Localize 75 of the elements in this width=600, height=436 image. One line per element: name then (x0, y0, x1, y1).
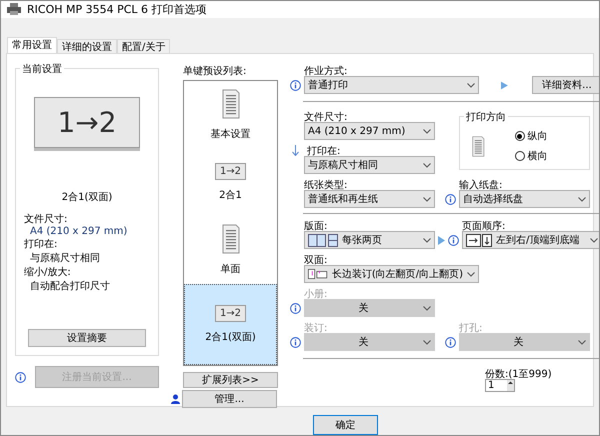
preview-drawing: 1→2 (34, 97, 140, 148)
dropdown-select[interactable]: A4 (210 x 297 mm) (304, 122, 435, 140)
dropdown-select[interactable]: 普通纸和再生纸 (304, 190, 435, 208)
dropdown-chevron-icon (423, 306, 431, 310)
preview-caption: 2合1(双面) (62, 191, 112, 204)
dropdown-chevron-icon (423, 340, 431, 344)
field-label: 作业方式: (304, 64, 348, 76)
field-label: 双面: (304, 254, 328, 265)
detail-label: 缩小/放大: (24, 266, 72, 279)
down-arrow-icon (292, 144, 299, 156)
preset-item[interactable]: 1→2 2合1(双面) (184, 284, 277, 365)
details-button[interactable]: 详细资料... (532, 76, 599, 94)
preset-item[interactable]: 1→2 2合1 (184, 148, 277, 216)
detail-value: 自动配合打印尺寸 (29, 280, 111, 293)
group-title: 打印方向 (464, 110, 508, 124)
expand-list-button[interactable]: 扩展列表>> (183, 372, 278, 388)
dropdown-chevron-icon (423, 196, 431, 202)
ok-button[interactable]: 确定 (313, 415, 378, 435)
group-title: 当前设置 (20, 62, 64, 76)
dropdown-chevron-icon (578, 340, 586, 344)
preset-item[interactable]: 基本设置 (184, 80, 277, 149)
tab[interactable]: 配置/关于 (117, 39, 170, 53)
dropdown-select[interactable]: 与原稿尺寸相同 (304, 156, 435, 174)
dropdown-chevron-icon (467, 82, 475, 88)
window-title: RICOH MP 3554 PCL 6 打印首选项 (27, 2, 207, 17)
field-label: 装订: (304, 322, 328, 333)
preset-item[interactable]: 单面 (184, 216, 277, 284)
field-label: 打印在: (307, 144, 340, 156)
radio-button[interactable] (514, 151, 525, 161)
radio-button[interactable] (514, 131, 525, 141)
user-icon (171, 394, 180, 404)
detail-label: 文件尺寸: (24, 212, 68, 226)
field-label: 小册: (304, 288, 328, 299)
dropdown-select[interactable]: 自动选择纸盘 (459, 190, 590, 208)
combine-icon: 1→2 (214, 304, 246, 322)
layout-icon (308, 234, 338, 246)
field-label: 纸张类型: (304, 178, 348, 190)
tab[interactable]: 详细的设置 (57, 39, 117, 53)
document-icon (472, 136, 485, 156)
combine-icon: 1→2 (214, 162, 246, 180)
dropdown-select[interactable]: 普通打印 (304, 76, 479, 94)
manage-button[interactable]: 管理... (182, 390, 277, 408)
dropdown-chevron-icon (467, 272, 475, 276)
tab[interactable]: 常用设置 (7, 37, 57, 53)
dropdown-select[interactable]: 长边装订(向左翻页/向上翻页) (304, 265, 479, 283)
info-icon (15, 372, 26, 382)
presets-title: 单键预设列表: (183, 64, 248, 78)
dropdown-chevron-icon (590, 238, 598, 242)
printer-icon (7, 3, 21, 16)
detail-value: A4 (210 x 297 mm) (29, 226, 128, 237)
radio-option[interactable]: 横向 (514, 149, 548, 163)
field-label: 输入纸盘: (459, 178, 504, 190)
field-label: 文件尺寸: (304, 110, 348, 122)
dropdown-chevron-icon (423, 162, 431, 168)
spin-up-icon[interactable] (507, 380, 514, 391)
detail-label: 打印在: (24, 238, 58, 251)
document-icon (222, 224, 240, 254)
detail-value: 与原稿尺寸相同 (29, 252, 101, 265)
dropdown-select[interactable]: 左到右/顶端到底端 (462, 231, 599, 249)
page-order-icon (466, 234, 492, 246)
copies-spinner[interactable]: 1 (485, 379, 515, 392)
dropdown-chevron-icon (423, 128, 431, 134)
document-icon (222, 88, 240, 119)
play-arrow-icon (438, 236, 445, 245)
summary-button[interactable]: 设置摘要 (28, 329, 146, 347)
dropdown-chevron-icon (578, 196, 586, 202)
field-label: 页面顺序: (462, 220, 506, 231)
field-label: 份数:(1至999) (485, 368, 553, 379)
dropdown-select[interactable]: 每张两页 (304, 231, 435, 249)
field-label: 打孔: (459, 322, 484, 333)
play-arrow-icon (501, 81, 508, 90)
field-label: 版面: (304, 220, 328, 231)
radio-option[interactable]: 纵向 (514, 129, 548, 143)
dropdown-chevron-icon (423, 238, 431, 242)
duplex-icon (308, 267, 328, 281)
